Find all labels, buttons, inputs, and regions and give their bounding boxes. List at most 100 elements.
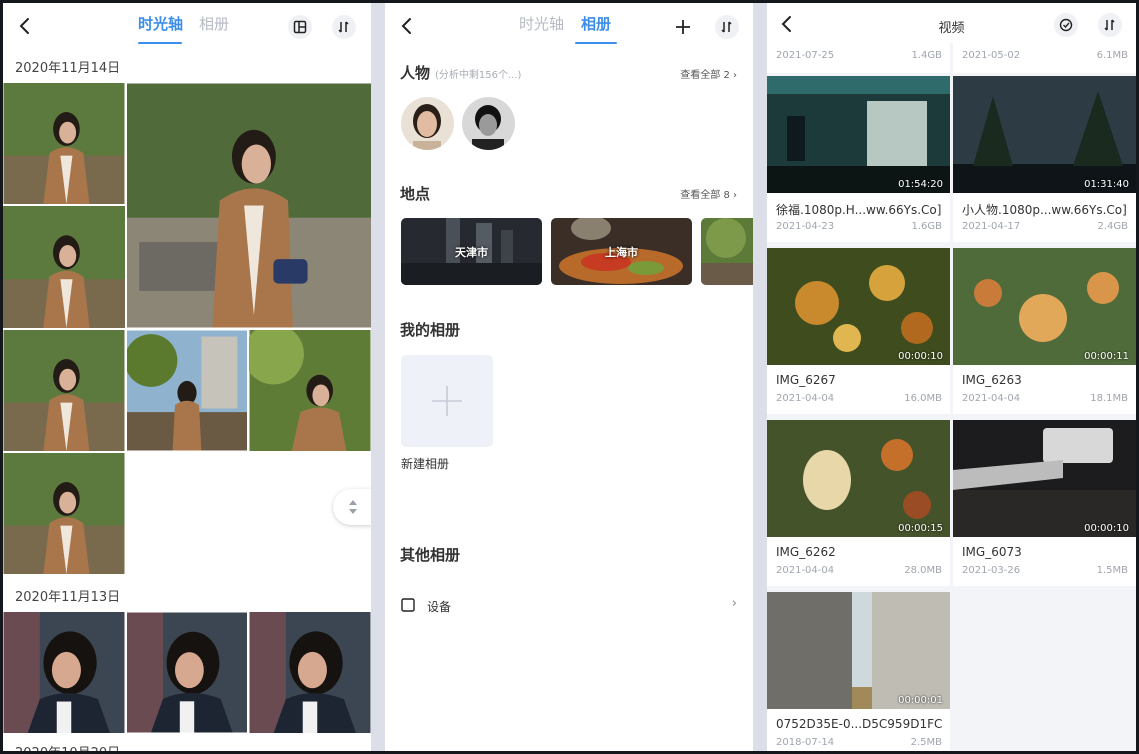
video-item[interactable]: 00:00:15 IMG_6262 2021-04-04 28.0MB (767, 420, 950, 586)
video-item[interactable]: 00:00:01 0752D35E-0...D5C959D1FC 2018-07… (767, 592, 950, 751)
photo-thumb[interactable] (3, 330, 125, 451)
photo-thumb[interactable] (127, 612, 247, 733)
sort-button[interactable] (715, 15, 739, 39)
date-header: 2020年11月14日 (15, 61, 121, 76)
other-albums-title: 其他相册 (400, 546, 461, 564)
chevron-right-icon: › (731, 596, 737, 611)
date-header: 2020年10月20日 (15, 742, 120, 751)
video-size: 16.0MB (904, 393, 942, 404)
video-thumbnail: 00:00:01 (767, 592, 950, 709)
select-button[interactable] (1054, 13, 1078, 37)
sort-button[interactable] (1098, 13, 1122, 37)
place-thumb[interactable] (701, 218, 753, 285)
panel-divider (371, 3, 385, 751)
video-size: 6.1MB (1096, 50, 1128, 61)
sort-arrows-icon (338, 21, 349, 33)
header: 时光轴 相册 (3, 3, 371, 49)
device-album-row[interactable]: 设备 › (401, 596, 737, 620)
photo-thumb[interactable] (3, 612, 125, 733)
video-duration: 01:31:40 (1084, 179, 1129, 190)
places-view-all[interactable]: 查看全部 8 › (680, 186, 737, 201)
video-panel: 2021-07-25 1.4GB 2021-05-02 6.1MB 视频 01:… (767, 3, 1136, 751)
panel-divider (753, 3, 767, 751)
video-item[interactable]: 00:00:11 IMG_6263 2021-04-04 18.1MB (953, 248, 1136, 414)
people-analyzing-status: (分析中剩156个...) (435, 70, 522, 81)
sort-arrows-icon (721, 21, 732, 33)
video-duration: 00:00:15 (898, 523, 943, 534)
video-size: 1.6GB (911, 221, 942, 232)
video-thumbnail: 01:54:20 (767, 76, 950, 193)
video-date: 2021-07-25 (776, 50, 835, 61)
photo-thumb[interactable] (3, 83, 125, 204)
person-avatar[interactable] (401, 97, 454, 150)
video-date: 2021-04-04 (776, 393, 835, 404)
layout-grid-icon (293, 20, 307, 34)
device-icon (401, 598, 415, 612)
photo-thumb[interactable] (249, 330, 371, 451)
photo-thumb[interactable] (249, 612, 371, 733)
places-title: 地点 (400, 185, 431, 203)
people-view-all[interactable]: 查看全部 2 › (680, 66, 737, 81)
add-button[interactable] (671, 15, 695, 39)
page-title: 视频 (938, 21, 965, 36)
sort-button[interactable] (332, 15, 356, 39)
video-item[interactable]: 00:00:10 IMG_6267 2021-04-04 16.0MB (767, 248, 950, 414)
video-date: 2021-05-02 (962, 50, 1021, 61)
chevron-right-icon: › (733, 70, 737, 81)
chevron-right-icon: › (733, 190, 737, 201)
video-item[interactable]: 01:31:40 小人物.1080p...ww.66Ys.Co] 2021-04… (953, 76, 1136, 242)
header: 时光轴 相册 (385, 3, 753, 49)
person-avatar[interactable] (462, 97, 515, 150)
video-size: 18.1MB (1090, 393, 1128, 404)
places-view-all-label: 查看全部 8 (680, 190, 730, 201)
video-duration: 00:00:10 (898, 351, 943, 362)
back-button[interactable] (395, 14, 419, 38)
device-label: 设备 (427, 600, 452, 614)
my-albums-title: 我的相册 (400, 321, 461, 339)
video-date: 2021-04-04 (776, 565, 835, 576)
scroll-handle[interactable] (333, 489, 371, 525)
video-item[interactable]: 00:00:10 IMG_6073 2021-03-26 1.5MB (953, 420, 1136, 586)
date-header: 2020年11月13日 (15, 590, 121, 605)
tab-timeline[interactable]: 时光轴 (519, 13, 564, 34)
photo-thumb[interactable] (3, 453, 125, 574)
new-album-button[interactable] (401, 355, 493, 447)
place-tianjin[interactable]: 天津市 (401, 218, 542, 285)
video-name: IMG_6267 (776, 373, 836, 387)
active-tab-underline (138, 42, 182, 44)
video-name: 小人物.1080p...ww.66Ys.Co] (962, 203, 1127, 217)
tab-albums[interactable]: 相册 (581, 13, 611, 34)
video-date: 2021-04-23 (776, 221, 835, 232)
place-label: 天津市 (455, 246, 488, 259)
video-name: IMG_6263 (962, 373, 1022, 387)
video-size: 1.4GB (911, 50, 942, 61)
photo-thumb[interactable] (127, 330, 247, 451)
photo-thumb[interactable] (127, 83, 371, 328)
video-name: IMG_6262 (776, 545, 836, 559)
header: 视频 (767, 3, 1136, 43)
tab-timeline[interactable]: 时光轴 (138, 13, 183, 34)
video-size: 1.5MB (1096, 565, 1128, 576)
albums-panel: 时光轴 相册 人物 (分析中剩156个...) 查看全部 2 › 地点 查看全部 … (385, 3, 753, 751)
select-check-icon (1059, 18, 1073, 32)
active-tab-underline (575, 42, 617, 44)
sort-arrows-icon (1104, 19, 1115, 31)
video-duration: 00:00:11 (1084, 351, 1129, 362)
video-item[interactable]: 01:54:20 徐福.1080p.H...ww.66Ys.Co] 2021-0… (767, 76, 950, 242)
layout-button[interactable] (288, 15, 312, 39)
back-button[interactable] (13, 14, 37, 38)
video-duration: 01:54:20 (898, 179, 943, 190)
place-shanghai[interactable]: 上海市 (551, 218, 692, 285)
video-thumbnail: 00:00:11 (953, 248, 1136, 365)
video-thumbnail: 01:31:40 (953, 76, 1136, 193)
photo-thumb[interactable] (3, 206, 125, 328)
people-title: 人物 (400, 64, 431, 82)
place-label: 上海市 (605, 246, 638, 259)
video-date: 2021-03-26 (962, 565, 1021, 576)
people-section-title: 人物 (分析中剩156个...) (400, 62, 521, 83)
video-duration: 00:00:01 (898, 695, 943, 706)
video-date: 2021-04-04 (962, 393, 1021, 404)
tab-albums[interactable]: 相册 (199, 13, 229, 34)
back-arrow-icon (401, 18, 411, 34)
scroll-handle-icon (349, 500, 357, 514)
